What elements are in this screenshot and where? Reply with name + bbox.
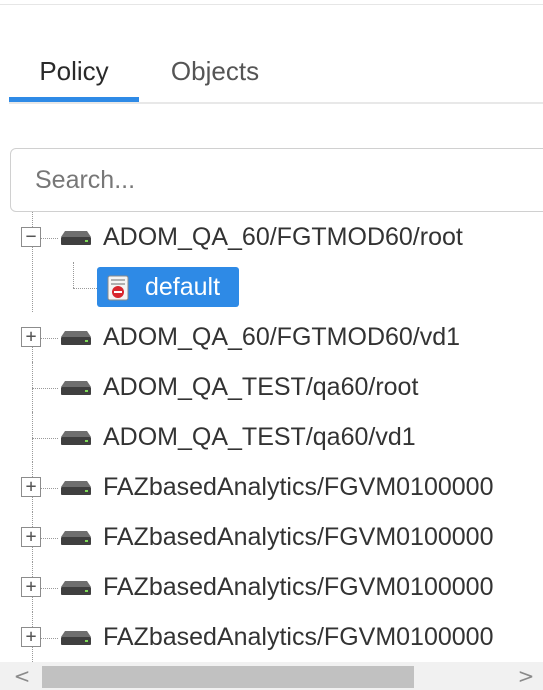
device-icon: [61, 381, 91, 395]
tree-node: + FAZbasedAnalytics/FGVM0100000: [0, 562, 543, 612]
scrollbar-thumb[interactable]: [42, 666, 414, 688]
tree-guide-line: [32, 597, 33, 612]
tree-node-label[interactable]: ADOM_QA_60/FGTMOD60/root: [103, 220, 463, 254]
tree-node: ADOM_QA_TEST/qa60/root: [0, 362, 543, 412]
tree-connector: [41, 538, 58, 539]
tree-connector: [32, 388, 58, 389]
tab-bar: Policy Objects: [9, 40, 543, 104]
tree-guide-line: [32, 562, 33, 577]
expand-toggle[interactable]: +: [21, 527, 41, 547]
horizontal-scrollbar[interactable]: < >: [0, 662, 543, 690]
tree-node-label[interactable]: ADOM_QA_TEST/qa60/root: [103, 370, 418, 404]
expand-toggle[interactable]: +: [21, 577, 41, 597]
tree-guide-line: [32, 512, 33, 527]
tab-policy[interactable]: Policy: [9, 40, 139, 102]
tree-guide-line: [32, 612, 33, 627]
tree-node-label[interactable]: FAZbasedAnalytics/FGVM0100000: [103, 620, 493, 654]
tree-node-label[interactable]: FAZbasedAnalytics/FGVM0100000: [103, 570, 493, 604]
tree-node-label[interactable]: FAZbasedAnalytics/FGVM0100000: [103, 520, 493, 554]
tree-node: + FAZbasedAnalytics/FGVM0100000: [0, 612, 543, 662]
device-icon: [61, 531, 91, 545]
tree-node-label[interactable]: ADOM_QA_60/FGTMOD60/vd1: [103, 320, 460, 354]
tree-connector: [41, 488, 58, 489]
tree-guide-line: [73, 262, 74, 288]
active-tab-indicator: [9, 97, 139, 102]
tree-connector: [41, 338, 58, 339]
tree-node-child: default: [0, 262, 543, 312]
tree-guide-line: [32, 212, 33, 227]
device-icon: [61, 231, 91, 245]
expand-toggle[interactable]: +: [21, 477, 41, 497]
scroll-right-icon[interactable]: >: [512, 662, 540, 690]
tree-guide-line: [32, 547, 33, 562]
tree-connector: [41, 638, 58, 639]
expand-toggle[interactable]: +: [21, 627, 41, 647]
tree-node: ADOM_QA_TEST/qa60/vd1: [0, 412, 543, 462]
device-icon: [61, 331, 91, 345]
tree-connector: [32, 438, 58, 439]
tree-node-label[interactable]: default: [145, 270, 220, 304]
device-icon: [61, 431, 91, 445]
tree-node-label[interactable]: FAZbasedAnalytics/FGVM0100000: [103, 470, 493, 504]
policy-panel: Policy Objects − ADOM_QA_60/FGTMOD60/roo…: [0, 0, 543, 690]
expand-toggle[interactable]: +: [21, 327, 41, 347]
tree-guide-line: [32, 497, 33, 512]
tree-node: + FAZbasedAnalytics/FGVM0100000: [0, 462, 543, 512]
device-icon: [61, 481, 91, 495]
tree-guide-line: [32, 462, 33, 477]
tree-guide-line: [32, 412, 33, 462]
tree-guide-line: [32, 362, 33, 412]
tree-connector: [41, 588, 58, 589]
search-input[interactable]: [10, 148, 543, 212]
device-icon: [61, 581, 91, 595]
device-icon: [61, 631, 91, 645]
tree-connector: [41, 238, 58, 239]
tree-node: − ADOM_QA_60/FGTMOD60/root: [0, 212, 543, 312]
device-tree: − ADOM_QA_60/FGTMOD60/root default + ADO…: [0, 212, 543, 662]
policy-package-icon: [107, 275, 129, 301]
scroll-left-icon[interactable]: <: [8, 662, 36, 690]
collapse-toggle[interactable]: −: [21, 227, 41, 247]
tree-node: + FAZbasedAnalytics/FGVM0100000: [0, 512, 543, 562]
top-divider: [0, 0, 543, 5]
tree-node: + ADOM_QA_60/FGTMOD60/vd1: [0, 312, 543, 412]
tree-guide-line: [32, 647, 33, 662]
tab-objects[interactable]: Objects: [155, 40, 275, 102]
tree-connector: [73, 288, 97, 289]
tree-node-label[interactable]: ADOM_QA_TEST/qa60/vd1: [103, 420, 416, 454]
selected-policy-package[interactable]: default: [97, 267, 239, 307]
